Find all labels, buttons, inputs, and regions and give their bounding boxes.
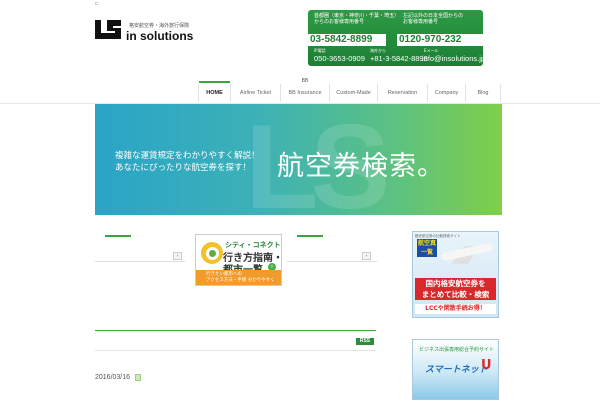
news-divider — [95, 330, 376, 331]
contact-national: 左記以外の日本全国からの お客様専用番号 0120-970-232 — [397, 10, 487, 46]
hero-banner[interactable]: LS 複雑な運賃規定をわかりやすく解説！ あなたにぴったりな航空券を探す！ 航空… — [95, 104, 502, 215]
nav-company[interactable]: Company — [427, 84, 465, 102]
column-divider — [287, 261, 377, 262]
contact-national-label-2: お客様専用番号 — [403, 19, 439, 25]
contact-tokyo-phone[interactable]: 03-5842-8899 — [308, 34, 386, 46]
ad1-headline-1: 国内格安航空券を — [425, 279, 486, 288]
city-connect-footer: 行きたい都市への アクセス方法・手順 分かりやすく — [196, 270, 281, 285]
content-column-1: › — [95, 231, 185, 265]
nav-airline-ticket[interactable]: Airline Ticket — [230, 84, 280, 102]
banner-subtitle-line-2: あなたにぴったりな航空券を探す！ — [115, 163, 252, 173]
nav-bb-insurance[interactable]: BB BB Insurance — [280, 78, 329, 102]
contact-tokyo-label-2: からのお客様専用番号 — [314, 19, 365, 25]
column-more-button[interactable]: › — [362, 252, 371, 260]
nav-bb-insurance-top: BB — [301, 78, 309, 84]
banner-title: 航空券検索。 — [277, 151, 445, 182]
main-nav: HOME Airline Ticket BB BB Insurance Cust… — [198, 78, 501, 102]
ad1-badge: 航空真 一覧 — [417, 239, 437, 257]
contact-box: 首都圏（東京・神奈川・千葉・埼玉） からのお客様専用番号 03-5842-889… — [308, 10, 487, 66]
banner-subtitle: 複雑な運賃規定をわかりやすく解説！ あなたにぴったりな航空券を探す！ — [115, 150, 260, 174]
contact-tokyo: 首都圏（東京・神奈川・千葉・埼玉） からのお客様専用番号 03-5842-889… — [308, 10, 399, 46]
logo-tagline: 格安航空券・海外旅行保険 — [129, 23, 190, 29]
news-category-icon[interactable] — [135, 374, 141, 381]
intl-phone-value[interactable]: +81-3-5842-8899 — [370, 54, 428, 63]
rss-button[interactable]: RSS — [356, 338, 374, 345]
nav-blog-label: Blog — [477, 90, 489, 96]
nav-company-label: Company — [434, 90, 459, 96]
domestic-flight-ad[interactable]: 格安航空券の比較検索サイト 航空真 一覧 国内格安航空券を まとめて比較・検索 … — [412, 231, 499, 318]
ad1-headline: 国内格安航空券を まとめて比較・検索 — [415, 278, 496, 300]
nav-custom-made-label: Custom-Made — [336, 90, 371, 96]
nav-bb-insurance-label: BB Insurance — [288, 90, 322, 96]
news-separator — [95, 350, 376, 351]
city-connect-foot-2: アクセス方法・手順 分かりやすく — [206, 278, 275, 283]
top-mark: c — [95, 1, 98, 7]
contact-national-phone[interactable]: 0120-970-232 — [397, 34, 487, 46]
ip-phone-value[interactable]: 050-3653-0909 — [314, 54, 365, 63]
ls-logo-icon — [95, 20, 121, 39]
email-label: Eメール — [424, 48, 439, 53]
ad1-footer: LCCや閑散手続お得！ — [415, 304, 496, 314]
nav-reservation[interactable]: Reservation — [377, 84, 427, 102]
nav-airline-ticket-label: Airline Ticket — [239, 90, 272, 96]
content-column-3: › — [287, 231, 377, 265]
smart-net-ad[interactable]: ビジネス出張専用総合予約サイト スマートネット U — [412, 339, 499, 400]
nav-blog[interactable]: Blog — [465, 84, 501, 102]
ad1-badge-line-1: 航空真 — [417, 240, 436, 247]
nav-custom-made[interactable]: Custom-Made — [329, 84, 377, 102]
column-heading-bar — [105, 235, 131, 237]
news-date: 2016/03/16 — [95, 374, 131, 381]
ad1-headline-2: まとめて比較・検索 — [421, 290, 490, 299]
city-connect-logo-dot — [209, 250, 216, 257]
ad2-top-text: ビジネス出張専用総合予約サイト — [419, 347, 495, 353]
site-logo[interactable]: 格安航空券・海外旅行保険 in solutions — [95, 20, 225, 43]
nav-home[interactable]: HOME — [198, 81, 230, 102]
column-more-button[interactable]: › — [173, 252, 182, 260]
ad2-u-letter: U — [481, 358, 492, 373]
logo-name: in solutions — [126, 29, 194, 43]
city-connect-banner[interactable]: シティ・コネクト 行き方指南・ 都市一覧 › 行きたい都市への アクセス方法・手… — [195, 234, 282, 286]
ad2-title: スマートネット — [425, 365, 488, 375]
nav-reservation-label: Reservation — [387, 90, 418, 96]
banner-subtitle-line-1: 複雑な運賃規定をわかりやすく解説！ — [115, 151, 260, 161]
intl-phone-label: 海外から — [370, 48, 386, 53]
ip-phone-label: IP電話 — [314, 48, 326, 53]
email-value[interactable]: info@insolutions.jp — [422, 54, 485, 63]
ad1-badge-line-2: 一覧 — [420, 249, 433, 256]
column-heading-bar — [297, 235, 323, 237]
nav-home-label: HOME — [206, 90, 223, 96]
column-divider — [95, 261, 185, 262]
